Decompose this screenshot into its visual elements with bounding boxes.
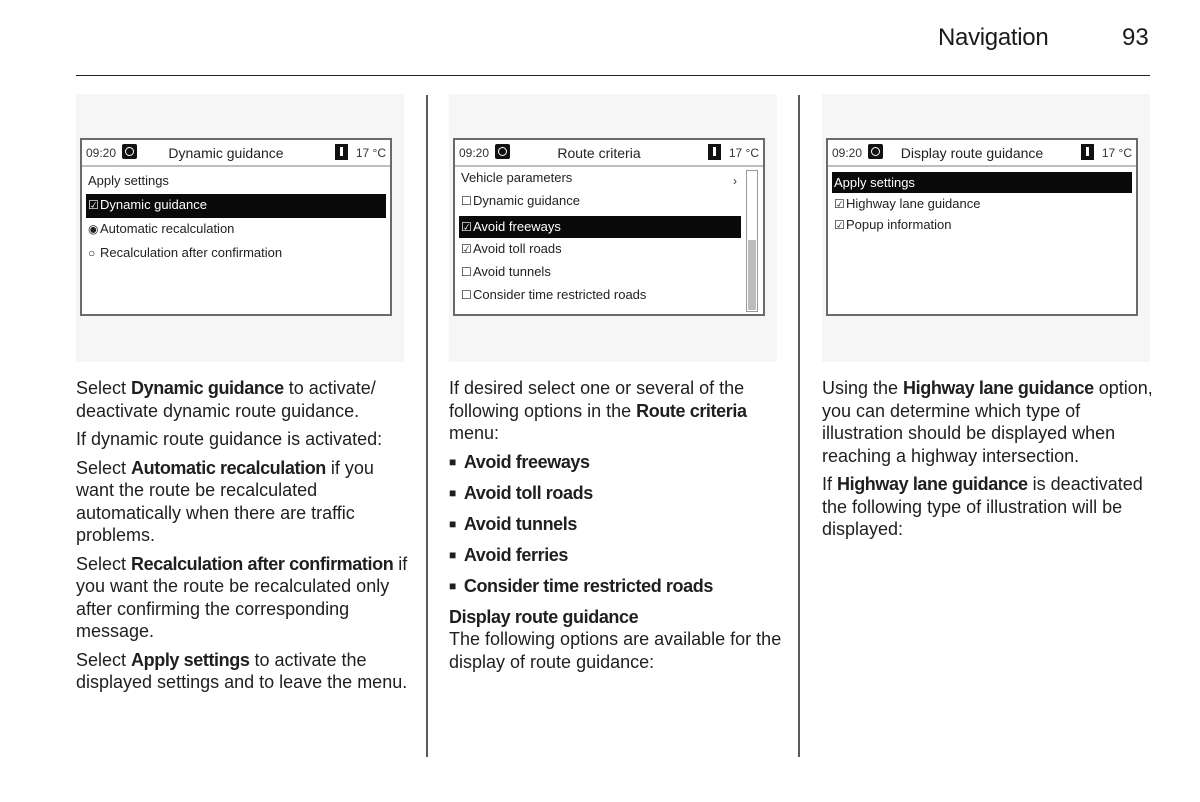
status-bar: 09:20 Display route guidance 17 °C (828, 140, 1136, 167)
checkbox-checked-icon: ☑ (461, 242, 472, 256)
checkbox-checked-icon: ☑ (461, 220, 472, 234)
clock-icon (495, 144, 510, 159)
menu-item-avoid-tunnels[interactable]: ☐Avoid tunnels (459, 261, 741, 284)
paragraph: Select Apply settings to activate the di… (76, 649, 408, 693)
menu-item-apply-settings[interactable]: Apply settings (86, 170, 386, 194)
clock-time: 09:20 (459, 146, 490, 160)
column-1-text: Select Dynamic guidance to activate/ dea… (76, 377, 411, 700)
temperature: 17 °C (355, 146, 386, 160)
subheading: Display route guidance (449, 606, 639, 627)
column-divider (426, 95, 428, 757)
screen-figure-route-criteria: 09:20 Route criteria 17 °C Vehicle param… (449, 94, 777, 362)
menu-list: Apply settings ☑Dynamic guidance ◉ Automa… (86, 170, 386, 266)
submenu-arrow-icon: › (733, 174, 737, 188)
bullet-item: Avoid freeways (449, 451, 784, 476)
scrollbar[interactable] (746, 170, 758, 312)
display-screen: 09:20 Route criteria 17 °C Vehicle param… (453, 138, 765, 316)
menu-item-avoid-toll-roads[interactable]: ☑Avoid toll roads (459, 238, 741, 261)
paragraph: Using the Highway lane guidance option, … (822, 378, 1153, 466)
status-bar: 09:20 Route criteria 17 °C (455, 140, 763, 167)
paragraph: If desired select one or several of the … (449, 378, 747, 443)
bullet-item: Avoid ferries (449, 544, 784, 569)
paragraph: If Highway lane guidance is deactivated … (822, 474, 1143, 539)
section-title: Navigation (938, 24, 1049, 51)
menu-item-apply-settings[interactable]: Apply settings (832, 172, 1132, 193)
radio-unselected-icon: ○ (88, 246, 96, 260)
menu-item-dynamic-guidance[interactable]: ☑Dynamic guidance (86, 194, 386, 218)
clock-icon (868, 144, 883, 159)
menu-item-dynamic-guidance[interactable]: ☐Dynamic guidance (459, 190, 741, 213)
checkbox-checked-icon: ☑ (834, 197, 845, 211)
status-bar: 09:20 Dynamic guidance 17 °C (82, 140, 390, 167)
display-screen: 09:20 Dynamic guidance 17 °C Apply setti… (80, 138, 392, 316)
screen-figure-dynamic-guidance: 09:20 Dynamic guidance 17 °C Apply setti… (76, 94, 404, 362)
menu-item-popup-information[interactable]: ☑Popup information (832, 214, 1132, 235)
screen-title: Display route guidance (900, 145, 1044, 161)
checkbox-unchecked-icon: ☐ (461, 194, 472, 208)
menu-list: Apply settings ☑Highway lane guidance ☑P… (832, 172, 1132, 235)
paragraph: If dynamic route guidance is activated: (76, 429, 383, 449)
bullet-item: Consider time restricted roads (449, 575, 784, 600)
screen-figure-display-route-guidance: 09:20 Display route guidance 17 °C Apply… (822, 94, 1150, 362)
checkbox-checked-icon: ☑ (88, 198, 99, 212)
checkbox-unchecked-icon: ☐ (461, 288, 472, 302)
screen-title: Dynamic guidance (168, 145, 284, 161)
column-2-text: If desired select one or several of the … (449, 377, 784, 679)
thermometer-icon (1081, 144, 1094, 160)
screen-title: Route criteria (557, 145, 641, 161)
checkbox-unchecked-icon: ☐ (461, 265, 472, 279)
paragraph: Select Automatic recalculation if you wa… (76, 457, 374, 546)
radio-selected-icon: ◉ (88, 222, 99, 236)
header-rule (76, 75, 1150, 76)
route-criteria-bullet-list: Avoid freeways Avoid toll roads Avoid tu… (449, 451, 784, 600)
clock-time: 09:20 (832, 146, 863, 160)
paragraph: The following options are available for … (449, 629, 782, 672)
temperature: 17 °C (728, 146, 759, 160)
page-number: 93 (1122, 24, 1149, 51)
thermometer-icon (708, 144, 721, 160)
temperature: 17 °C (1101, 146, 1132, 160)
thermometer-icon (335, 144, 348, 160)
scrollbar-thumb[interactable] (748, 240, 756, 310)
menu-item-consider-time-restricted-roads[interactable]: ☐Consider time restricted roads (459, 284, 741, 307)
paragraph: Select Recalculation after confirmation … (76, 553, 408, 642)
display-screen: 09:20 Display route guidance 17 °C Apply… (826, 138, 1138, 316)
paragraph: Select Dynamic guidance to activate/ dea… (76, 378, 376, 421)
clock-time: 09:20 (86, 146, 117, 160)
column-3-text: Using the Highway lane guidance option, … (822, 377, 1162, 547)
menu-item-avoid-freeways[interactable]: ☑Avoid freeways (459, 216, 741, 238)
menu-list: Vehicle parameters ☐Dynamic guidance ☑Av… (459, 167, 741, 307)
column-divider (798, 95, 800, 757)
clock-icon (122, 144, 137, 159)
menu-item-recalculation-after-confirmation[interactable]: ○ Recalculation after confirmation (86, 242, 386, 266)
bullet-item: Avoid tunnels (449, 513, 784, 538)
menu-item-vehicle-parameters[interactable]: Vehicle parameters (459, 167, 741, 190)
bullet-item: Avoid toll roads (449, 482, 784, 507)
menu-item-automatic-recalculation[interactable]: ◉ Automatic recalculation (86, 218, 386, 242)
menu-item-highway-lane-guidance[interactable]: ☑Highway lane guidance (832, 193, 1132, 214)
checkbox-checked-icon: ☑ (834, 218, 845, 232)
